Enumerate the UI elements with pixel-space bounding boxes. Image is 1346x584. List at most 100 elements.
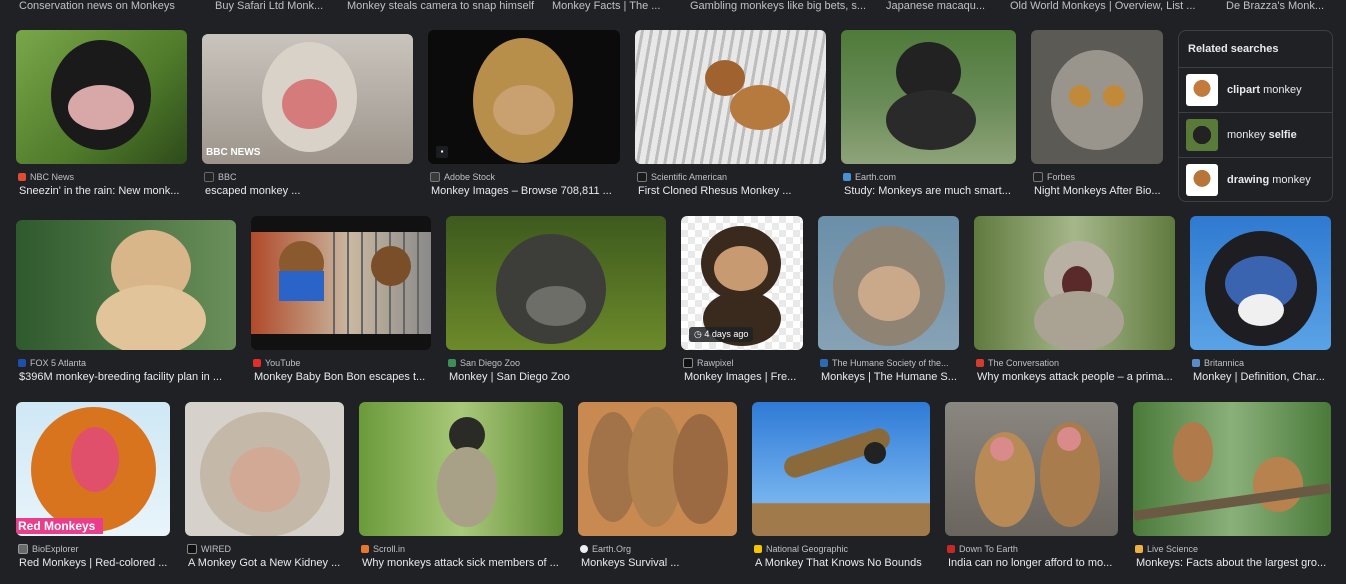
- result-title[interactable]: escaped monkey ...: [205, 185, 410, 197]
- result-thumbnail[interactable]: [635, 30, 826, 164]
- top-caption[interactable]: Buy Safari Ltd Monk...: [215, 0, 330, 12]
- result-title[interactable]: Why monkeys attack people – a prima...: [977, 371, 1173, 383]
- image-result[interactable]: BBC NEWS BBC escaped monkey ...: [202, 30, 413, 200]
- result-title[interactable]: Why monkeys attack sick members of ...: [362, 557, 562, 569]
- related-label: drawing monkey: [1227, 174, 1311, 186]
- result-title[interactable]: Monkey Images – Browse 708,811 ...: [431, 185, 617, 197]
- result-thumbnail[interactable]: [16, 30, 187, 164]
- result-thumbnail[interactable]: ▪: [428, 30, 620, 164]
- image-result[interactable]: San Diego Zoo Monkey | San Diego Zoo: [446, 216, 666, 386]
- result-thumbnail[interactable]: [945, 402, 1118, 536]
- top-caption[interactable]: Gambling monkeys like big bets, s...: [690, 0, 868, 12]
- result-title[interactable]: A Monkey Got a New Kidney ...: [188, 557, 343, 569]
- result-title[interactable]: Monkeys: Facts about the largest gro...: [1136, 557, 1330, 569]
- image-result[interactable]: Red Monkeys BioExplorer Red Monkeys | Re…: [16, 402, 170, 572]
- result-source: FOX 5 Atlanta: [18, 358, 232, 368]
- source-name: Live Science: [1147, 544, 1199, 554]
- result-title[interactable]: Study: Monkeys are much smart...: [844, 185, 1014, 197]
- result-thumbnail[interactable]: [16, 220, 236, 350]
- source-favicon: [18, 544, 28, 554]
- source-name: Forbes: [1047, 172, 1076, 182]
- top-caption[interactable]: Monkey steals camera to snap himself: [347, 0, 537, 12]
- top-caption[interactable]: Japanese macaqu...: [886, 0, 991, 12]
- result-thumbnail[interactable]: [841, 30, 1016, 164]
- result-title[interactable]: A Monkey That Knows No Bounds: [755, 557, 929, 569]
- result-thumbnail[interactable]: [1133, 402, 1331, 536]
- result-title[interactable]: Monkeys | The Humane S...: [821, 371, 959, 383]
- source-name: Scientific American: [651, 172, 728, 182]
- result-thumbnail[interactable]: BBC NEWS: [202, 34, 413, 164]
- source-name: Britannica: [1204, 358, 1245, 368]
- source-name: BBC: [218, 172, 237, 182]
- image-result[interactable]: FOX 5 Atlanta $396M monkey-breeding faci…: [16, 216, 236, 386]
- image-result[interactable]: The Conversation Why monkeys attack peop…: [974, 216, 1175, 386]
- source-name: WIRED: [201, 544, 231, 554]
- result-title[interactable]: First Cloned Rhesus Monkey ...: [638, 185, 823, 197]
- result-thumbnail[interactable]: [1031, 30, 1163, 164]
- related-search-selfie[interactable]: monkey selfie: [1179, 112, 1332, 157]
- top-caption[interactable]: De Brazza's Monk...: [1226, 0, 1326, 12]
- result-title[interactable]: Monkeys Survival ...: [581, 557, 736, 569]
- image-result[interactable]: Live Science Monkeys: Facts about the la…: [1133, 402, 1331, 572]
- result-title[interactable]: India can no longer afford to mo...: [948, 557, 1117, 569]
- image-result[interactable]: YouTube Monkey Baby Bon Bon escapes t...: [251, 216, 431, 386]
- image-result[interactable]: Britannica Monkey | Definition, Char...: [1190, 216, 1331, 386]
- image-result[interactable]: Earth.com Study: Monkeys are much smart.…: [841, 30, 1016, 200]
- result-source: San Diego Zoo: [448, 358, 662, 368]
- image-result[interactable]: WIRED A Monkey Got a New Kidney ...: [185, 402, 344, 572]
- source-favicon: [637, 172, 647, 182]
- image-result[interactable]: The Humane Society of the... Monkeys | T…: [818, 216, 959, 386]
- image-result[interactable]: ▪ Adobe Stock Monkey Images – Browse 708…: [428, 30, 620, 200]
- result-source: Earth.com: [843, 172, 1013, 182]
- source-favicon: [754, 545, 762, 553]
- result-thumbnail[interactable]: [185, 402, 344, 536]
- result-thumbnail[interactable]: ◷ 4 days ago: [681, 216, 803, 350]
- source-favicon: [843, 173, 851, 181]
- source-name: YouTube: [265, 358, 301, 368]
- related-search-drawing[interactable]: drawing monkey: [1179, 157, 1332, 202]
- result-title[interactable]: Monkey Baby Bon Bon escapes t...: [254, 371, 429, 383]
- source-favicon: [361, 545, 369, 553]
- result-thumbnail[interactable]: [578, 402, 737, 536]
- image-result[interactable]: ◷ 4 days ago Rawpixel Monkey Images | Fr…: [681, 216, 803, 386]
- result-title[interactable]: Monkey Images | Fre...: [684, 371, 802, 383]
- top-caption[interactable]: Old World Monkeys | Overview, List ...: [1010, 0, 1200, 12]
- related-search-clipart[interactable]: clipart monkey: [1179, 67, 1332, 112]
- result-title[interactable]: Monkey | Definition, Char...: [1193, 371, 1331, 383]
- source-name: Down To Earth: [959, 544, 1018, 554]
- result-thumbnail[interactable]: Red Monkeys: [16, 402, 170, 536]
- result-thumbnail[interactable]: [818, 216, 959, 350]
- source-favicon: [1033, 172, 1043, 182]
- image-result[interactable]: Scientific American First Cloned Rhesus …: [635, 30, 826, 200]
- date-badge: ◷ 4 days ago: [689, 327, 754, 342]
- image-result[interactable]: National Geographic A Monkey That Knows …: [752, 402, 930, 572]
- source-favicon: [430, 172, 440, 182]
- result-source: Adobe Stock: [430, 172, 616, 182]
- result-thumbnail[interactable]: [359, 402, 563, 536]
- source-favicon: [1135, 545, 1143, 553]
- result-thumbnail[interactable]: [1190, 216, 1331, 350]
- result-title[interactable]: Red Monkeys | Red-colored ...: [19, 557, 169, 569]
- clock-icon: ◷: [694, 329, 702, 339]
- source-favicon: [18, 359, 26, 367]
- bbc-news-logo: BBC NEWS: [206, 147, 261, 158]
- image-result[interactable]: NBC News Sneezin' in the rain: New monk.…: [16, 30, 187, 200]
- result-title[interactable]: Monkey | San Diego Zoo: [449, 371, 663, 383]
- source-favicon: [18, 173, 26, 181]
- result-thumbnail[interactable]: [446, 216, 666, 350]
- top-caption[interactable]: Conservation news on Monkeys: [19, 0, 189, 12]
- result-thumbnail[interactable]: [251, 216, 431, 350]
- result-title[interactable]: $396M monkey-breeding facility plan in .…: [19, 371, 233, 383]
- image-result[interactable]: Scroll.in Why monkeys attack sick member…: [359, 402, 563, 572]
- image-result[interactable]: Forbes Night Monkeys After Bio...: [1031, 30, 1163, 200]
- source-favicon: [204, 172, 214, 182]
- source-name: Scroll.in: [373, 544, 406, 554]
- top-caption[interactable]: Monkey Facts | The ...: [552, 0, 667, 12]
- image-result[interactable]: Down To Earth India can no longer afford…: [945, 402, 1118, 572]
- image-result[interactable]: Earth.Org Monkeys Survival ...: [578, 402, 737, 572]
- source-name: BioExplorer: [32, 544, 79, 554]
- result-thumbnail[interactable]: [974, 216, 1175, 350]
- result-title[interactable]: Sneezin' in the rain: New monk...: [19, 185, 184, 197]
- result-title[interactable]: Night Monkeys After Bio...: [1034, 185, 1162, 197]
- result-thumbnail[interactable]: [752, 402, 930, 536]
